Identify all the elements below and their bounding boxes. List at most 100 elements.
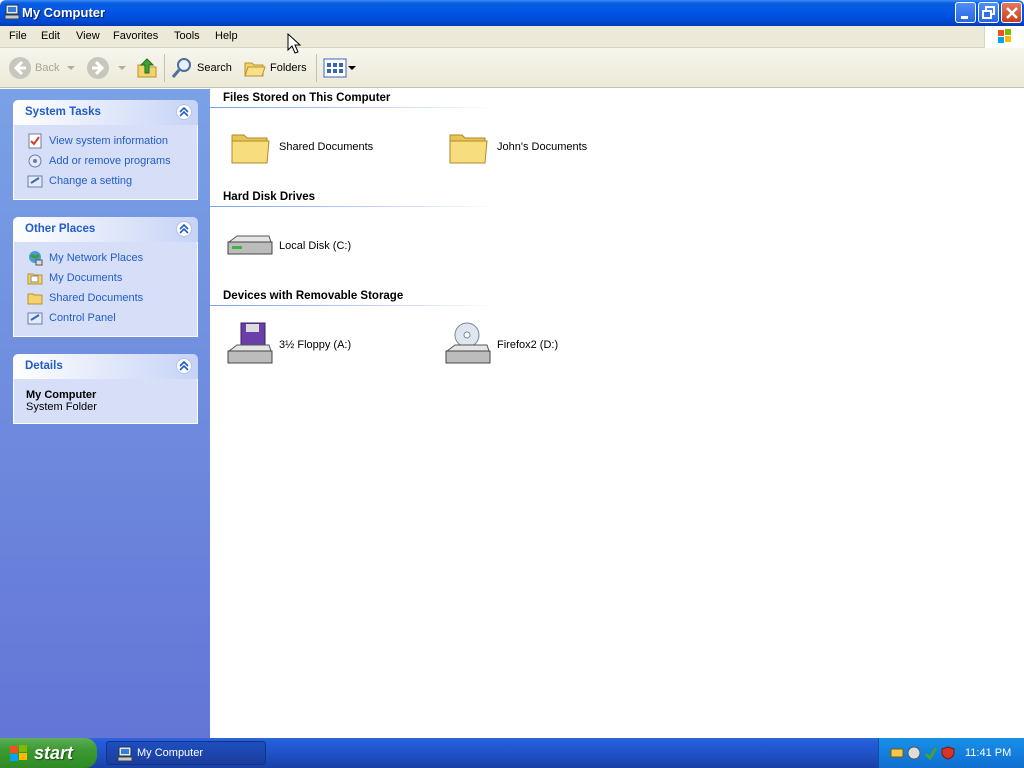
folder-icon <box>231 134 270 164</box>
item-label: 3½ Floppy (A:) <box>279 339 352 351</box>
cd-drive-icon <box>445 322 491 364</box>
volume-tray-icon[interactable] <box>907 746 921 760</box>
other-places-panel: Other Places My Network Places My Docume… <box>13 217 198 337</box>
taskbar-button-label: My Computer <box>137 747 204 759</box>
group-header-files: Files Stored on This Computer <box>223 92 391 104</box>
menu-view[interactable]: View <box>76 30 100 42</box>
system-tray: 11:41 PM <box>878 738 1024 768</box>
menu-file[interactable]: File <box>9 30 27 42</box>
restore-icon <box>982 6 995 19</box>
item-label: Firefox2 (D:) <box>497 339 559 351</box>
back-arrow-icon <box>9 57 31 79</box>
control-panel-icon <box>27 175 43 188</box>
forward-button[interactable] <box>86 48 128 88</box>
views-icon <box>323 58 347 78</box>
details-type: System Folder <box>26 401 97 413</box>
folder-content: Files Stored on This Computer Shared Doc… <box>210 33 1024 738</box>
link-my-network-places[interactable]: My Network Places <box>14 248 197 268</box>
folders-icon <box>244 62 266 77</box>
up-folder-button[interactable] <box>135 48 159 88</box>
hard-disk-icon <box>227 235 273 255</box>
task-pane: System Tasks View system information Add… <box>0 89 210 738</box>
search-label: Search <box>197 62 232 74</box>
link-change-a-setting[interactable]: Change a setting <box>14 171 197 191</box>
menu-tools[interactable]: Tools <box>174 30 200 42</box>
window-title: My Computer <box>22 5 106 20</box>
toolbar-separator <box>164 54 165 82</box>
network-tray-icon[interactable] <box>890 746 904 760</box>
my-documents-icon <box>27 273 43 285</box>
group-divider <box>210 206 495 207</box>
group-divider <box>210 305 495 306</box>
item-johns-documents[interactable]: John's Documents <box>447 127 587 167</box>
panel-title: Other Places <box>25 223 96 235</box>
menu-favorites[interactable]: Favorites <box>113 30 158 42</box>
updates-tray-icon[interactable] <box>924 746 938 760</box>
taskbar: start My Computer 11:41 PM <box>0 738 1024 768</box>
security-shield-icon[interactable] <box>941 746 955 760</box>
toolbar: Back Search Folders <box>0 48 1024 88</box>
menu-edit[interactable]: Edit <box>41 30 60 42</box>
system-tasks-header[interactable]: System Tasks <box>13 100 198 125</box>
collapse-button[interactable] <box>176 104 192 120</box>
system-tasks-panel: System Tasks View system information Add… <box>13 100 198 200</box>
link-label: View system information <box>49 135 169 147</box>
close-button[interactable] <box>1001 2 1022 23</box>
link-label: Change a setting <box>49 175 133 187</box>
menu-bar: File Edit View Favorites Tools Help <box>0 26 1024 48</box>
link-label: Add or remove programs <box>49 155 171 167</box>
system-info-icon <box>28 133 42 149</box>
details-name: My Computer <box>26 389 97 401</box>
menu-help[interactable]: Help <box>215 30 238 42</box>
dropdown-arrow-icon <box>67 66 76 70</box>
panel-title: Details <box>25 360 63 372</box>
computer-icon <box>4 4 20 20</box>
search-icon <box>171 58 191 78</box>
views-button[interactable] <box>323 48 357 88</box>
collapse-button[interactable] <box>176 221 192 237</box>
link-view-system-information[interactable]: View system information <box>14 131 197 151</box>
back-label: Back <box>35 62 60 74</box>
link-my-documents[interactable]: My Documents <box>14 268 197 288</box>
restore-button[interactable] <box>978 2 999 23</box>
link-shared-documents[interactable]: Shared Documents <box>14 288 197 308</box>
link-label: Shared Documents <box>49 292 144 304</box>
group-header-hard-disk-drives: Hard Disk Drives <box>223 191 316 203</box>
link-control-panel[interactable]: Control Panel <box>14 308 197 328</box>
item-firefox2-d[interactable]: Firefox2 (D:) <box>443 321 558 369</box>
link-add-remove-programs[interactable]: Add or remove programs <box>14 151 197 171</box>
group-header-removable-storage: Devices with Removable Storage <box>223 290 404 302</box>
details-header[interactable]: Details <box>13 354 198 379</box>
back-button[interactable]: Back <box>8 48 77 88</box>
start-button[interactable]: start <box>0 738 97 768</box>
network-places-icon <box>29 251 43 266</box>
details-panel: Details My Computer System Folder <box>13 354 198 424</box>
floppy-drive-icon <box>227 322 273 364</box>
item-label: John's Documents <box>497 141 588 153</box>
dropdown-arrow-icon <box>348 66 356 70</box>
item-local-disk-c[interactable]: Local Disk (C:) <box>225 226 351 266</box>
add-remove-programs-icon <box>28 154 42 168</box>
link-label: Control Panel <box>49 312 116 324</box>
minimize-icon <box>961 16 968 19</box>
folder-icon <box>27 293 43 305</box>
chevron-up-icon <box>179 223 189 234</box>
collapse-button[interactable] <box>176 358 192 374</box>
chevron-up-icon <box>179 360 189 371</box>
search-button[interactable]: Search <box>170 48 232 88</box>
minimize-button[interactable] <box>955 2 976 23</box>
other-places-header[interactable]: Other Places <box>13 217 198 242</box>
windows-flag-icon <box>10 745 27 761</box>
item-label: Local Disk (C:) <box>279 240 352 252</box>
computer-icon <box>117 746 133 762</box>
windows-flag-icon <box>998 29 1011 43</box>
link-label: My Network Places <box>49 252 144 264</box>
item-shared-documents[interactable]: Shared Documents <box>229 127 373 167</box>
item-floppy-a[interactable]: 3½ Floppy (A:) <box>225 321 351 369</box>
close-icon <box>1006 7 1018 19</box>
taskbar-button-my-computer[interactable]: My Computer <box>106 741 266 765</box>
title-bar[interactable]: My Computer <box>0 0 1024 26</box>
mouse-cursor-icon <box>287 33 302 54</box>
toolbar-separator <box>316 54 317 82</box>
windows-logo <box>984 26 1024 48</box>
